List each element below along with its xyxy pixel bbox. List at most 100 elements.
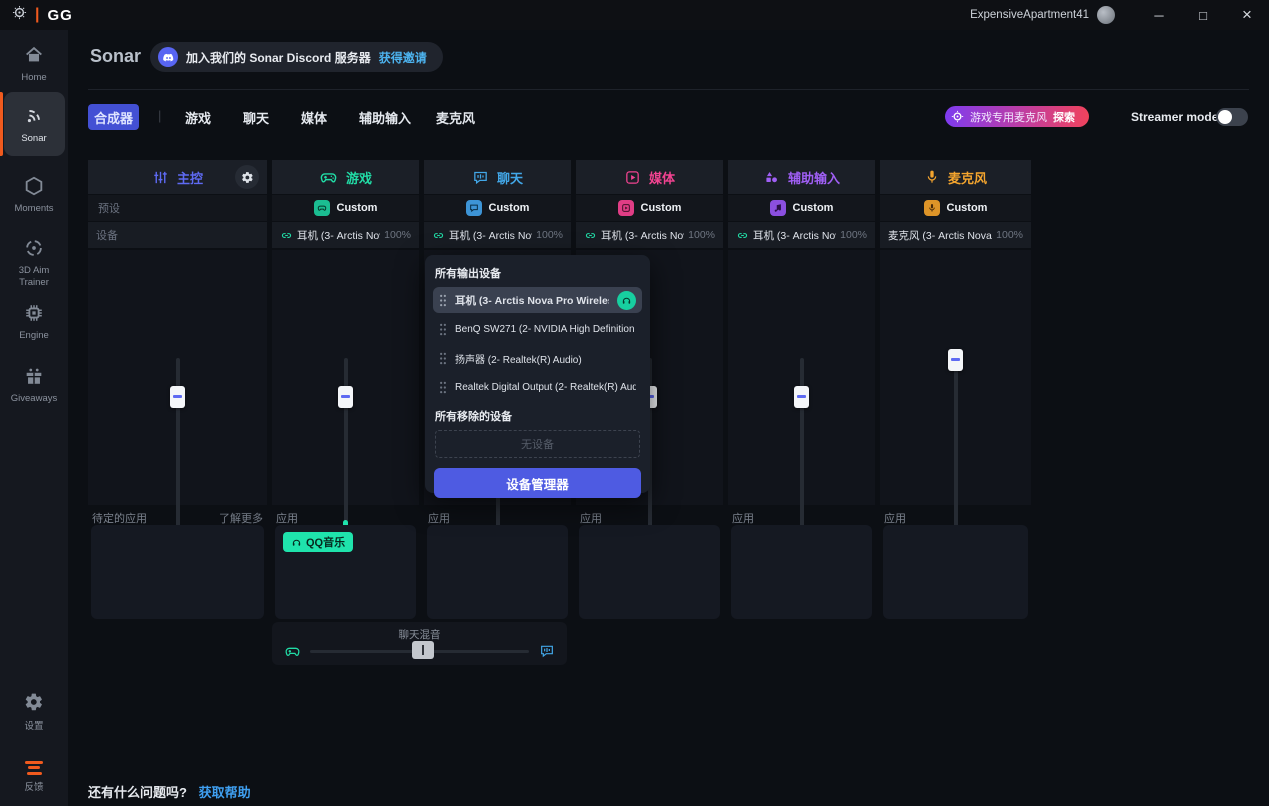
game-apps-box: QQ音乐 (275, 525, 416, 619)
tab-aux[interactable]: 辅助输入 (359, 104, 411, 130)
sidebar-item-label: 3D Aim (0, 265, 68, 277)
maximize-button[interactable]: □ (1181, 0, 1225, 30)
game-preset-row[interactable]: Custom (272, 195, 419, 221)
discord-banner-text: 加入我们的 Sonar Discord 服务器 (186, 49, 371, 66)
device-option-speakers[interactable]: 扬声器 (2- Realtek(R) Audio) (433, 345, 642, 371)
home-icon (0, 44, 68, 69)
aux-volume-handle[interactable] (794, 386, 809, 408)
mic-apps-box (883, 525, 1028, 619)
learn-more-link[interactable]: 了解更多 (219, 510, 263, 526)
chat-device-row[interactable]: 耳机 (3- Arctis Nova ... 100% (424, 222, 571, 248)
media-preset-row[interactable]: Custom (576, 195, 723, 221)
mic-preset-row[interactable]: Custom (880, 195, 1031, 221)
device-manager-button[interactable]: 设备管理器 (434, 468, 641, 498)
aux-device-volume: 100% (840, 229, 867, 241)
tab-chat[interactable]: 聊天 (243, 104, 269, 130)
chat-preset-row[interactable]: Custom (424, 195, 571, 221)
media-device-row[interactable]: 耳机 (3- Arctis Nova ... 100% (576, 222, 723, 248)
mixer-column-mic: 麦克风 Custom 麦克风 (3- Arctis Nova Pro... 10… (880, 160, 1031, 619)
steelseries-logo-icon (12, 5, 27, 25)
tab-mixer[interactable]: 合成器 (88, 104, 139, 130)
get-help-link[interactable]: 获取帮助 (199, 785, 251, 800)
sidebar-item-label: Giveaways (11, 393, 57, 404)
game-preset-icon (314, 200, 330, 216)
aux-device-row[interactable]: 耳机 (3- Arctis Nova ... 100% (728, 222, 875, 248)
device-option-benq[interactable]: BenQ SW271 (2- NVIDIA High Definition Au… (433, 316, 642, 342)
master-volume-handle[interactable] (170, 386, 185, 408)
streamer-mode-toggle[interactable] (1216, 108, 1248, 126)
tab-mic[interactable]: 麦克风 (436, 104, 475, 130)
drag-handle-icon (439, 294, 447, 307)
engine-icon (0, 302, 68, 327)
sidebar-item-label: Sonar (21, 133, 46, 144)
device-option-arctis[interactable]: 耳机 (3- Arctis Nova Pro Wireless) (433, 287, 642, 313)
device-option-realtek-digital[interactable]: Realtek Digital Output (2- Realtek(R) Au… (433, 374, 642, 400)
promo-search-pill[interactable]: 游戏专用麦克风 探索 (945, 106, 1089, 127)
sonar-icon (0, 105, 68, 130)
sidebar-item-label: Home (21, 72, 46, 83)
chatmix-label: 聊天混音 (272, 627, 567, 642)
sidebar-item-giveaways[interactable]: Giveaways (0, 365, 68, 404)
media-device-name: 耳机 (3- Arctis Nova ... (601, 228, 684, 243)
mic-header: 麦克风 (880, 160, 1031, 194)
device-dropdown: 所有输出设备 耳机 (3- Arctis Nova Pro Wireless) … (425, 255, 650, 493)
aim-trainer-icon (0, 237, 68, 262)
master-settings-button[interactable] (235, 165, 259, 189)
aux-preset-row[interactable]: Custom (728, 195, 875, 221)
sidebar-item-label: Engine (19, 330, 49, 341)
discord-invite-link[interactable]: 获得邀请 (379, 49, 427, 66)
tab-game[interactable]: 游戏 (185, 104, 211, 130)
chat-header: 聊天 (424, 160, 571, 194)
removed-devices-header: 所有移除的设备 (435, 408, 642, 424)
sidebar-item-moments[interactable]: Moments (0, 175, 68, 214)
moments-icon (0, 175, 68, 200)
sidebar-item-feedback[interactable]: 反馈 (0, 758, 68, 793)
steelseries-badge-icon (951, 110, 964, 123)
chatmix-panel: 聊天混音 (272, 622, 567, 665)
mixer-column-game: 游戏 Custom 耳机 (3- Arctis Nova ... 100% 应用… (272, 160, 419, 619)
gamepad-icon (319, 168, 338, 187)
device-option-name: 扬声器 (2- Realtek(R) Audio) (455, 351, 636, 366)
promo-cta[interactable]: 探索 (1053, 109, 1075, 125)
toggle-knob (1218, 110, 1232, 124)
chatmix-game-icon (284, 643, 301, 665)
close-button[interactable]: × (1225, 0, 1269, 30)
avatar[interactable] (1097, 6, 1115, 24)
media-preset-name: Custom (641, 202, 682, 214)
sidebar-item-sonar[interactable]: Sonar (0, 105, 68, 144)
mic-preset-icon (924, 200, 940, 216)
chatmix-handle[interactable] (412, 641, 434, 659)
sidebar-item-label: 设置 (24, 721, 43, 732)
drag-handle-icon (439, 352, 447, 365)
game-device-row[interactable]: 耳机 (3- Arctis Nova ... 100% (272, 222, 419, 248)
drag-handle-icon (439, 323, 447, 336)
master-preset-row: 预设 (88, 195, 267, 221)
chat-preset-icon (466, 200, 482, 216)
mic-device-row[interactable]: 麦克风 (3- Arctis Nova Pro... 100% (880, 222, 1031, 248)
sidebar-item-3d-aim-trainer[interactable]: 3D Aim Trainer (0, 237, 68, 289)
device-option-name: 耳机 (3- Arctis Nova Pro Wireless) (455, 293, 609, 308)
master-header: 主控 (88, 160, 267, 194)
output-devices-header: 所有输出设备 (435, 265, 642, 281)
no-device-placeholder: 无设备 (435, 430, 640, 458)
chat-device-name: 耳机 (3- Arctis Nova ... (449, 228, 532, 243)
sidebar-item-home[interactable]: Home (0, 44, 68, 83)
mic-device-name: 麦克风 (3- Arctis Nova Pro... (888, 228, 992, 243)
mic-volume-handle[interactable] (948, 349, 963, 371)
aux-apps-box (731, 525, 872, 619)
game-volume-handle[interactable] (338, 386, 353, 408)
mic-device-volume: 100% (996, 229, 1023, 241)
sidebar-item-engine[interactable]: Engine (0, 302, 68, 341)
column-title: 游戏 (346, 168, 372, 187)
mic-preset-name: Custom (947, 202, 988, 214)
app-chip-qq-music[interactable]: QQ音乐 (283, 532, 353, 552)
tab-media[interactable]: 媒体 (301, 104, 327, 130)
aux-preset-icon (770, 200, 786, 216)
discord-banner[interactable]: 加入我们的 Sonar Discord 服务器 获得邀请 (150, 42, 443, 72)
column-title: 辅助输入 (788, 168, 840, 187)
minimize-button[interactable]: ─ (1137, 0, 1181, 30)
sidebar-item-settings[interactable]: 设置 (0, 692, 68, 732)
app-chip-label: QQ音乐 (306, 534, 345, 550)
device-option-name: Realtek Digital Output (2- Realtek(R) Au… (455, 382, 636, 393)
link-icon (584, 229, 597, 242)
